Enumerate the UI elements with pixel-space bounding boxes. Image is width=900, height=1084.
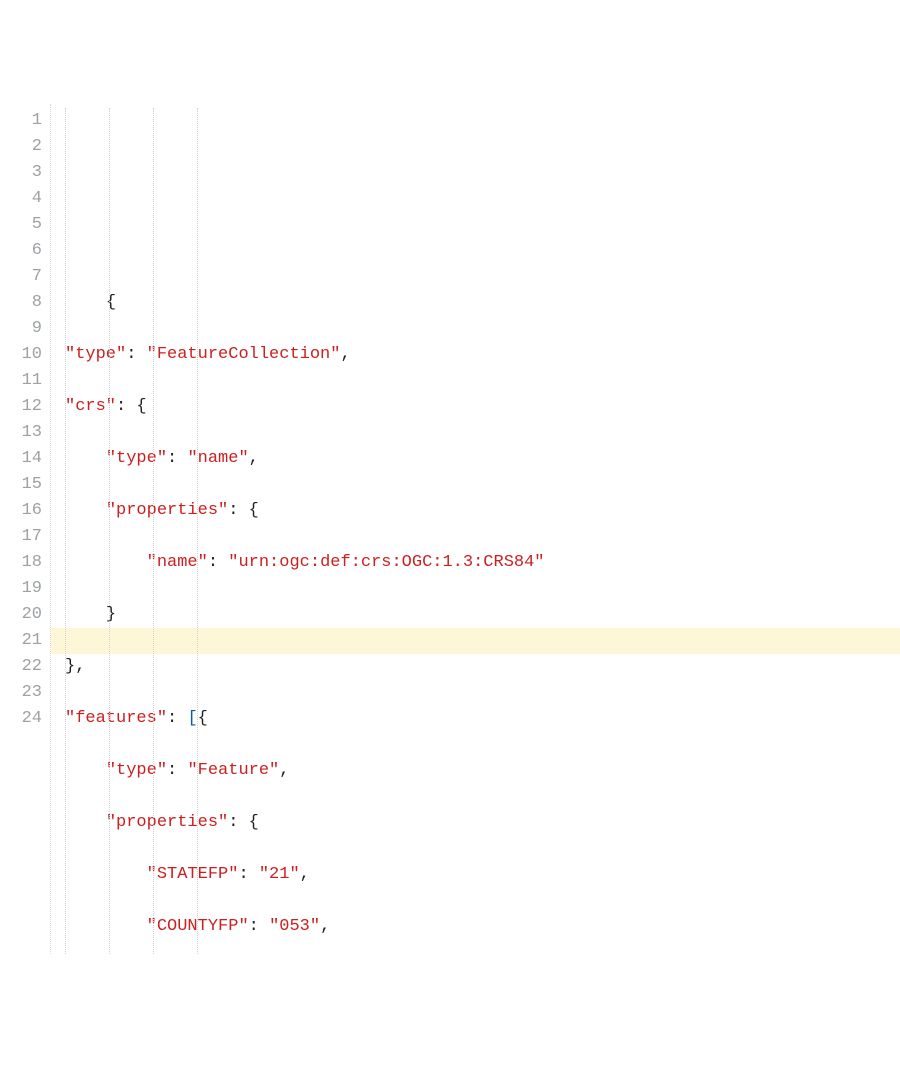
line-number: 3	[0, 160, 42, 186]
code-content[interactable]: { "type": "FeatureCollection", "crs": { …	[51, 104, 900, 954]
line-number: 22	[0, 654, 42, 680]
line-number: 24	[0, 706, 42, 732]
line-number: 6	[0, 238, 42, 264]
line-number: 2	[0, 134, 42, 160]
code-editor[interactable]: 123456789101112131415161718192021222324 …	[0, 104, 900, 954]
line-number: 23	[0, 680, 42, 706]
line-number: 19	[0, 576, 42, 602]
line-number: 5	[0, 212, 42, 238]
json-key: "name"	[147, 553, 208, 572]
line-number: 4	[0, 186, 42, 212]
json-string: "FeatureCollection"	[147, 345, 341, 364]
json-string: "Feature"	[187, 761, 279, 780]
line-number: 15	[0, 472, 42, 498]
line-number: 7	[0, 264, 42, 290]
line-number: 10	[0, 342, 42, 368]
line-number: 8	[0, 290, 42, 316]
json-key: "properties"	[106, 813, 228, 832]
json-key: "properties"	[106, 501, 228, 520]
json-key: "type"	[106, 449, 167, 468]
line-number: 1	[0, 108, 42, 134]
json-string: "053"	[269, 917, 320, 936]
brace-close: }	[65, 657, 75, 676]
json-key: "type"	[106, 761, 167, 780]
brace-open: {	[106, 293, 116, 312]
line-number: 17	[0, 524, 42, 550]
line-number: 20	[0, 602, 42, 628]
line-number-gutter: 123456789101112131415161718192021222324	[0, 104, 51, 954]
line-number: 16	[0, 498, 42, 524]
line-number: 18	[0, 550, 42, 576]
json-string: "21"	[259, 865, 300, 884]
line-number: 9	[0, 316, 42, 342]
line-number: 11	[0, 368, 42, 394]
line-number: 14	[0, 446, 42, 472]
json-string: "urn:ogc:def:crs:OGC:1.3:CRS84"	[228, 553, 544, 572]
line-number: 12	[0, 394, 42, 420]
brace-close: }	[106, 605, 116, 624]
line-number: 13	[0, 420, 42, 446]
current-line-highlight	[51, 628, 900, 654]
json-key: "STATEFP"	[147, 865, 239, 884]
json-key: "type"	[65, 345, 126, 364]
json-key: "features"	[65, 709, 167, 728]
line-number: 21	[0, 628, 42, 654]
